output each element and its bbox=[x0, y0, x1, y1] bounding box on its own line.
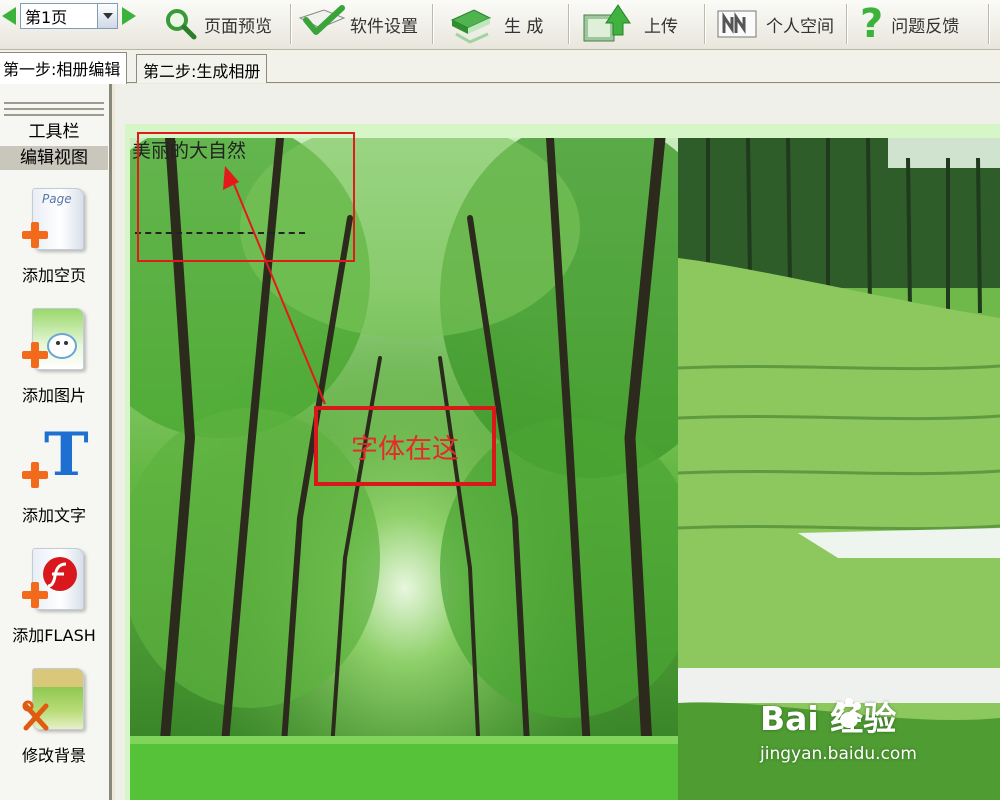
tab-album-edit[interactable]: 第一步:相册编辑 bbox=[0, 52, 128, 84]
question-mark-icon: ? bbox=[860, 1, 884, 47]
sidebar-item-add-image[interactable]: 添加图片 bbox=[0, 306, 108, 416]
annotation-label-text: 字体在这 bbox=[351, 433, 459, 465]
sidebar-item-add-flash[interactable]: 添加FLASH bbox=[0, 546, 108, 656]
page-pager: 第1页 bbox=[2, 2, 136, 30]
paw-logo-icon bbox=[837, 698, 861, 728]
add-flash-icon bbox=[22, 546, 86, 614]
toolbar-divider bbox=[704, 4, 705, 44]
sidebar-item-edit-background[interactable]: 修改背景 bbox=[0, 666, 108, 776]
sidebar-item-add-text[interactable]: T 添加文字 bbox=[0, 420, 108, 536]
watermark-url: jingyan.baidu.com bbox=[760, 744, 917, 764]
sidebar-item-label: 添加空页 bbox=[21, 266, 86, 285]
sidebar-item-add-blank-page[interactable]: Page 添加空页 bbox=[0, 186, 108, 296]
sidebar-edit-view-label: 编辑视图 bbox=[20, 148, 88, 168]
add-page-icon: Page bbox=[22, 186, 86, 254]
tab-album-generate[interactable]: 第二步:生成相册 bbox=[136, 54, 268, 83]
upload-button-label: 上传 bbox=[644, 16, 678, 37]
main-toolbar: 第1页 页面预览 软件设置 生 成 上传 个人空间 ? 问题反馈 bbox=[0, 0, 1000, 50]
page-icon-text: Page bbox=[42, 192, 72, 206]
settings-button-label: 软件设置 bbox=[350, 16, 418, 37]
preview-button[interactable]: 页面预览 bbox=[164, 0, 272, 48]
personal-space-button[interactable]: 个人空间 bbox=[716, 0, 834, 48]
sidebar-grip[interactable] bbox=[4, 102, 104, 104]
annotation-arrow-icon bbox=[223, 166, 326, 405]
book-icon bbox=[450, 9, 492, 44]
toolbar-divider bbox=[432, 4, 433, 44]
sidebar-toolbar-label: 工具栏 bbox=[28, 122, 80, 142]
tool-sidebar: 工具栏 编辑视图 Page 添加空页 添加图片 T 添加文字 添加FLASH 修… bbox=[0, 84, 112, 800]
step-tabs: 第一步:相册编辑 第二步:生成相册 bbox=[0, 50, 1000, 84]
prev-page-arrow-icon[interactable] bbox=[2, 7, 16, 25]
watermark-brand: Bai 经验 bbox=[760, 699, 897, 738]
upload-arrow-icon bbox=[583, 4, 631, 42]
sidebar-edit-view-header[interactable]: 编辑视图 bbox=[0, 146, 108, 170]
settings-button[interactable]: 软件设置 bbox=[296, 0, 418, 48]
next-page-arrow-icon[interactable] bbox=[122, 7, 136, 25]
feedback-button-label: 问题反馈 bbox=[891, 16, 960, 37]
sidebar-item-label: 添加FLASH bbox=[12, 626, 96, 645]
add-text-icon: T bbox=[22, 420, 89, 494]
preview-button-label: 页面预览 bbox=[204, 16, 272, 37]
generate-button[interactable]: 生 成 bbox=[448, 0, 543, 48]
feedback-button[interactable]: ? 问题反馈 bbox=[860, 0, 959, 48]
chevron-down-icon[interactable] bbox=[97, 4, 117, 28]
page-select-value: 第1页 bbox=[25, 8, 68, 27]
personal-space-icon bbox=[717, 10, 757, 38]
upload-button[interactable]: 上传 bbox=[582, 0, 678, 48]
personal-space-button-label: 个人空间 bbox=[766, 16, 834, 37]
sidebar-item-label: 添加图片 bbox=[21, 386, 86, 405]
sidebar-grip[interactable] bbox=[4, 108, 104, 110]
toolbar-divider bbox=[568, 4, 569, 44]
edit-canvas-area: 美丽的大自然 字体在这 Bai 经验 jingyan.baidu.com bbox=[115, 84, 1000, 800]
toolbar-divider bbox=[846, 4, 847, 44]
page-select[interactable]: 第1页 bbox=[20, 3, 118, 29]
tab-album-generate-label: 第二步:生成相册 bbox=[143, 62, 261, 81]
edit-background-icon bbox=[22, 666, 86, 734]
add-image-icon bbox=[22, 306, 86, 374]
annotation-label: 字体在这 bbox=[314, 406, 496, 486]
sidebar-grip[interactable] bbox=[4, 114, 104, 116]
sidebar-item-label: 修改背景 bbox=[21, 746, 86, 765]
toolbar-divider bbox=[988, 4, 989, 44]
settings-check-icon bbox=[298, 5, 346, 35]
baidu-watermark: Bai 经验 jingyan.baidu.com bbox=[760, 692, 950, 772]
sidebar-toolbar-header[interactable]: 工具栏 bbox=[0, 120, 108, 144]
toolbar-divider bbox=[290, 4, 291, 44]
tab-album-edit-label: 第一步:相册编辑 bbox=[3, 60, 121, 79]
magnifier-icon bbox=[166, 9, 197, 40]
sidebar-item-label: 添加文字 bbox=[21, 506, 86, 525]
generate-button-label: 生 成 bbox=[504, 16, 544, 37]
tools-icon bbox=[22, 700, 49, 731]
